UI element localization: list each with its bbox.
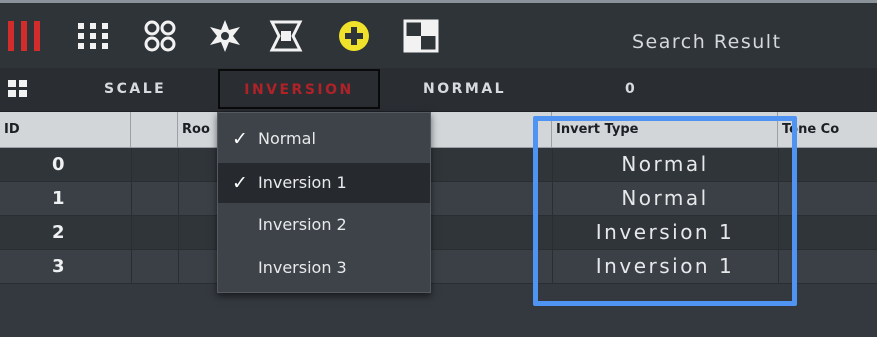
column-header-id[interactable]: ID [0,112,131,147]
inversion-tab[interactable]: INVERSION [218,69,380,109]
search-result-title: Search Result [632,31,782,53]
dropdown-item-label: Inversion 1 [258,173,347,192]
column-divider [178,148,179,284]
normal-value[interactable]: NORMAL [423,81,506,97]
zero-value[interactable]: 0 [625,81,637,97]
add-icon[interactable] [336,19,372,53]
check-icon: ✓ [232,128,248,150]
dropdown-item-label: Normal [258,129,316,148]
toolbar: Search Result [0,0,877,68]
dropdown-item-label: Inversion 3 [258,258,347,277]
cell-id: 2 [52,222,65,243]
grid-small-icon[interactable] [8,80,28,98]
cell-id: 1 [52,188,65,209]
scale-tab[interactable]: SCALE [104,81,166,97]
rings-icon[interactable] [141,19,179,53]
dropdown-item-label: Inversion 2 [258,215,347,234]
dropdown-item-inversion-3[interactable]: Inversion 3 [218,248,430,288]
column-header-blank[interactable] [131,112,178,147]
grid-icon[interactable] [76,19,110,53]
checker-icon[interactable] [403,19,439,53]
dropdown-item-inversion-2[interactable]: Inversion 2 [218,205,430,245]
cell-id: 0 [52,154,65,175]
dropdown-item-normal[interactable]: ✓ Normal [218,119,430,159]
bars-icon[interactable] [8,19,50,53]
column-header-root[interactable]: Roo [178,112,218,147]
cell-id: 3 [52,256,65,277]
star-icon[interactable] [207,19,243,53]
dropdown-item-inversion-1[interactable]: ✓ Inversion 1 [218,163,430,203]
frame-icon[interactable] [269,19,303,53]
subbar: SCALE INVERSION NORMAL 0 [0,68,877,112]
check-icon: ✓ [232,172,248,194]
invert-type-highlight [533,116,797,306]
column-divider [131,148,132,284]
inversion-dropdown[interactable]: ✓ Normal ✓ Inversion 1 Inversion 2 Inver… [217,112,431,293]
inversion-tab-label: INVERSION [244,82,354,98]
